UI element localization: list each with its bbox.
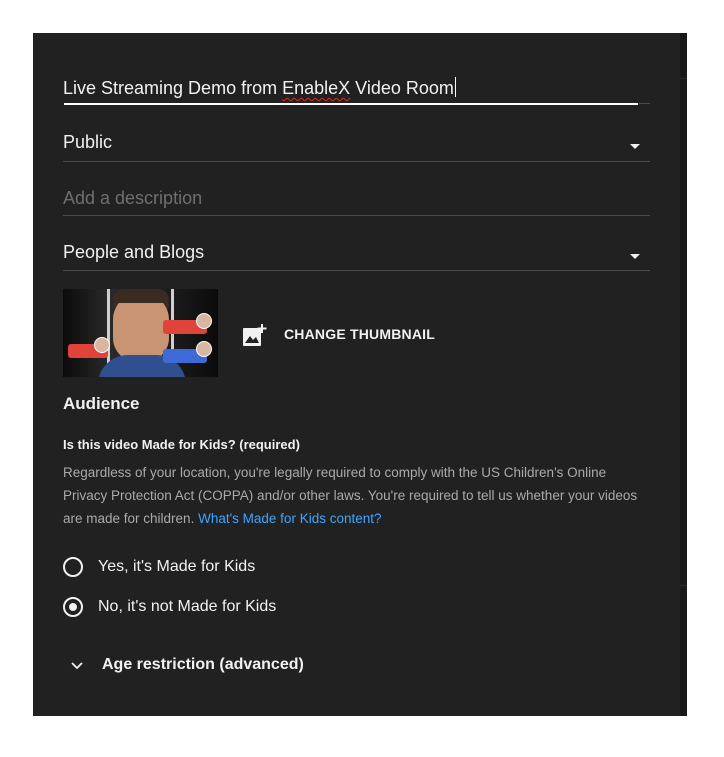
- title-input-value: Live Streaming Demo from EnableX Video R…: [63, 77, 456, 98]
- dropdown-arrow-icon: [630, 254, 640, 259]
- visibility-select-value: Public: [63, 132, 113, 152]
- video-details-panel: Live Streaming Demo from EnableX Video R…: [33, 33, 687, 716]
- category-select[interactable]: People and Blogs: [63, 223, 650, 271]
- age-restriction-toggle[interactable]: Age restriction (advanced): [63, 655, 304, 675]
- dropdown-arrow-icon: [630, 144, 640, 149]
- radio-made-for-kids-yes[interactable]: Yes, it's Made for Kids: [63, 557, 255, 577]
- description-placeholder: Add a description: [63, 188, 203, 208]
- divider: [63, 215, 650, 216]
- title-input-underline: [64, 103, 638, 105]
- divider: [639, 103, 650, 104]
- radio-made-for-kids-no[interactable]: No, it's not Made for Kids: [63, 597, 276, 617]
- radio-unchecked-icon: [63, 557, 83, 577]
- title-input[interactable]: Live Streaming Demo from EnableX Video R…: [63, 33, 650, 108]
- audience-heading: Audience: [63, 394, 140, 413]
- radio-checked-icon: [63, 597, 83, 617]
- category-select-value: People and Blogs: [63, 242, 205, 262]
- audience-description: Regardless of your location, you're lega…: [63, 465, 638, 526]
- text-caret: [454, 77, 456, 97]
- age-restriction-label: Age restriction (advanced): [102, 656, 304, 673]
- scrollbar-track[interactable]: [680, 33, 687, 716]
- description-input[interactable]: Add a description: [63, 168, 650, 216]
- add-photo-icon: [243, 324, 267, 346]
- video-thumbnail: [63, 289, 218, 377]
- chevron-down-icon: [71, 662, 83, 670]
- visibility-select[interactable]: Public: [63, 113, 650, 163]
- made-for-kids-question: Is this video Made for Kids? (required): [63, 437, 300, 452]
- radio-label: Yes, it's Made for Kids: [98, 558, 256, 575]
- radio-label: No, it's not Made for Kids: [98, 598, 277, 615]
- divider: [63, 161, 650, 162]
- change-thumbnail-label: CHANGE THUMBNAIL: [284, 326, 435, 342]
- misspelled-word: EnableX: [282, 78, 351, 98]
- divider: [63, 270, 650, 271]
- made-for-kids-link[interactable]: What's Made for Kids content?: [198, 511, 381, 526]
